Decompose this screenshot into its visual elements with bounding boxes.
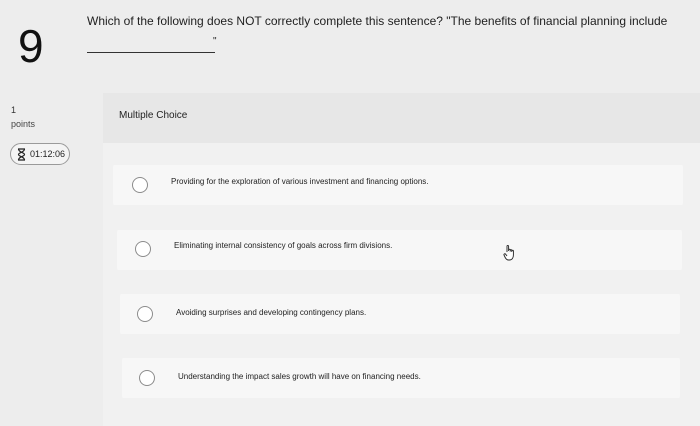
answer-option-label: Providing for the exploration of various… [171,177,429,186]
radio-button[interactable] [137,306,153,322]
hourglass-icon [17,147,26,161]
radio-button[interactable] [132,177,148,193]
radio-button[interactable] [139,370,155,386]
question-blank-line [87,40,215,53]
answer-option-2[interactable]: Eliminating internal consistency of goal… [117,230,682,270]
timer-badge[interactable]: 01:12:06 [10,143,70,165]
answer-type-header [103,93,700,143]
answer-option-3[interactable]: Avoiding surprises and developing contin… [120,294,680,334]
answer-option-4[interactable]: Understanding the impact sales growth wi… [122,358,680,398]
radio-button[interactable] [135,241,151,257]
answer-option-label: Eliminating internal consistency of goal… [174,241,393,250]
multiple-choice-label: Multiple Choice [119,110,188,121]
points-label: points [11,119,36,129]
question-text: Which of the following does NOT correctl… [87,14,668,28]
question-closing-quote: " [213,36,217,47]
points-value: 1 [11,105,17,115]
question-meta: 9 1 points 01:12:06 [0,0,80,426]
question-page: 9 1 points 01:12:06 Which of the followi… [0,0,700,426]
answer-option-label: Understanding the impact sales growth wi… [178,372,421,381]
answer-option-1[interactable]: Providing for the exploration of various… [113,165,683,205]
timer-text: 01:12:06 [30,149,66,159]
answer-option-label: Avoiding surprises and developing contin… [176,308,367,317]
hand-pointer-icon [503,244,517,267]
question-number: 9 [18,20,44,72]
